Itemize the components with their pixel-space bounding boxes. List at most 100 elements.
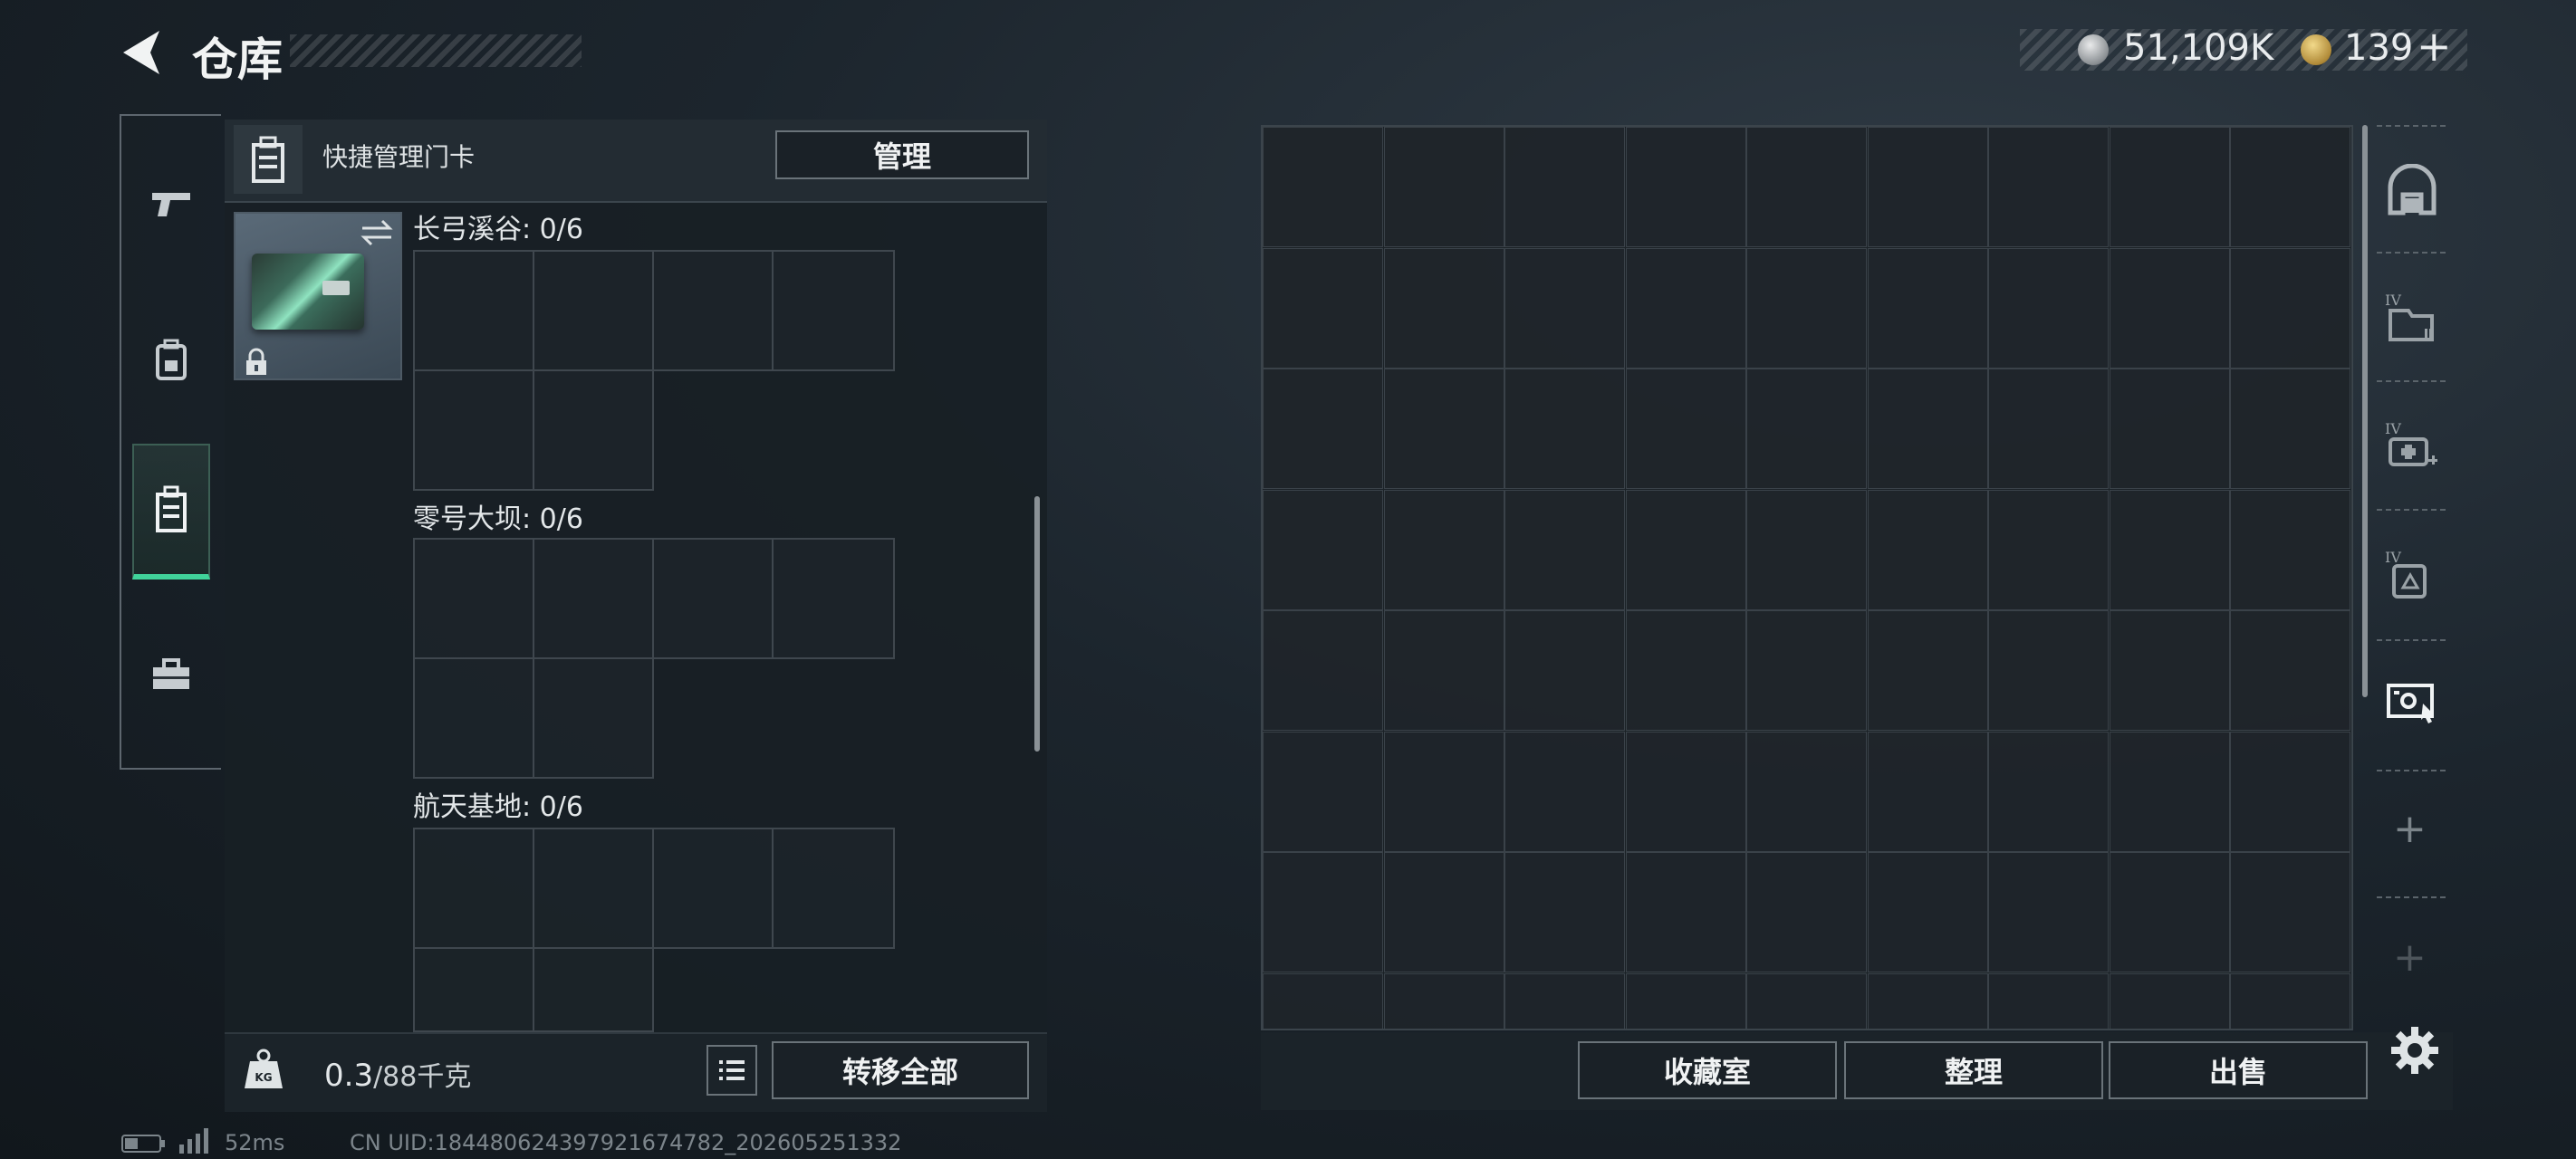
storage-cell[interactable] [2109, 610, 2230, 731]
storage-cell[interactable] [1383, 972, 1504, 1029]
card-slot[interactable] [772, 828, 895, 949]
card-slot[interactable] [652, 828, 774, 949]
storage-cell[interactable] [1504, 127, 1625, 247]
sell-button[interactable]: 出售 [2109, 1041, 2368, 1099]
card-slot[interactable] [413, 947, 534, 1032]
storage-cell[interactable] [1988, 972, 2109, 1029]
category-keycards[interactable] [132, 444, 210, 580]
add-storage-button[interactable]: + [2393, 806, 2427, 852]
tab-keycard-storage[interactable] [2380, 670, 2444, 733]
card-slot[interactable] [413, 369, 534, 491]
keycard-panel-scrollbar[interactable] [1034, 496, 1040, 752]
storage-cell[interactable] [1988, 247, 2109, 369]
storage-cell[interactable] [1988, 489, 2109, 610]
card-slot[interactable] [413, 657, 534, 779]
storage-cell[interactable] [1746, 852, 1867, 972]
storage-cell[interactable] [1867, 972, 1988, 1029]
storage-cell[interactable] [1625, 127, 1746, 247]
storage-cell[interactable] [1504, 489, 1625, 610]
storage-cell[interactable] [2109, 489, 2230, 610]
storage-cell[interactable] [1504, 247, 1625, 369]
storage-cell[interactable] [1746, 731, 1867, 852]
storage-cell[interactable] [1625, 852, 1746, 972]
card-slot[interactable] [413, 250, 534, 371]
storage-cell[interactable] [1625, 610, 1746, 731]
storage-cell[interactable] [2230, 731, 2350, 852]
storage-scrollbar[interactable] [2362, 125, 2368, 697]
storage-cell[interactable] [1504, 972, 1625, 1029]
storage-cell[interactable] [1625, 972, 1746, 1029]
storage-cell[interactable] [1988, 731, 2109, 852]
storage-cell[interactable] [1867, 247, 1988, 369]
tab-storage-main[interactable] [2380, 159, 2444, 223]
storage-cell[interactable] [1504, 610, 1625, 731]
storage-cell[interactable] [1746, 369, 1867, 489]
storage-cell[interactable] [2230, 972, 2350, 1029]
storage-cell[interactable] [1625, 489, 1746, 610]
storage-cell[interactable] [2109, 127, 2230, 247]
storage-cell[interactable] [1263, 489, 1383, 610]
storage-cell[interactable] [1746, 489, 1867, 610]
storage-cell[interactable] [1263, 369, 1383, 489]
storage-cell[interactable] [2230, 369, 2350, 489]
storage-cell[interactable] [1263, 127, 1383, 247]
manage-button[interactable]: 管理 [775, 130, 1029, 179]
card-slot[interactable] [533, 657, 654, 779]
storage-cell[interactable] [1867, 852, 1988, 972]
storage-cell[interactable] [2109, 972, 2230, 1029]
card-slot[interactable] [533, 947, 654, 1032]
storage-cell[interactable] [1263, 610, 1383, 731]
storage-cell[interactable] [1867, 610, 1988, 731]
storage-cell[interactable] [2230, 852, 2350, 972]
storage-cell[interactable] [1383, 852, 1504, 972]
category-tools[interactable] [132, 607, 210, 742]
storage-cell[interactable] [1263, 972, 1383, 1029]
storage-cell[interactable] [2109, 731, 2230, 852]
storage-cell[interactable] [1383, 369, 1504, 489]
storage-cell[interactable] [1746, 610, 1867, 731]
tab-storage-iv-1[interactable]: IV [2380, 286, 2444, 350]
card-slot[interactable] [652, 538, 774, 659]
storage-cell[interactable] [1625, 369, 1746, 489]
storage-cell[interactable] [2109, 369, 2230, 489]
card-slot[interactable] [413, 538, 534, 659]
add-currency-button[interactable]: + [2417, 22, 2452, 71]
card-slot[interactable] [772, 250, 895, 371]
storage-cell[interactable] [1383, 247, 1504, 369]
storage-cell[interactable] [2230, 247, 2350, 369]
card-slot[interactable] [533, 828, 654, 949]
card-slot[interactable] [533, 369, 654, 491]
storage-cell[interactable] [1383, 127, 1504, 247]
storage-cell[interactable] [2109, 852, 2230, 972]
category-backpack[interactable] [132, 292, 210, 427]
card-slot[interactable] [772, 538, 895, 659]
card-slot[interactable] [413, 828, 534, 949]
tab-storage-iv-3[interactable]: IV [2380, 543, 2444, 607]
storage-cell[interactable] [1625, 247, 1746, 369]
gear-icon[interactable] [2388, 1023, 2442, 1078]
collection-button[interactable]: 收藏室 [1578, 1041, 1837, 1099]
storage-cell[interactable] [1263, 247, 1383, 369]
card-slot[interactable] [533, 250, 654, 371]
card-slot[interactable] [652, 250, 774, 371]
storage-cell[interactable] [1988, 610, 2109, 731]
organize-button[interactable]: 整理 [1844, 1041, 2103, 1099]
storage-grid[interactable] [1261, 125, 2353, 1030]
storage-cell[interactable] [1988, 852, 2109, 972]
storage-cell[interactable] [1867, 731, 1988, 852]
storage-cell[interactable] [1383, 610, 1504, 731]
storage-cell[interactable] [1988, 127, 2109, 247]
storage-cell[interactable] [1383, 489, 1504, 610]
category-weapons[interactable] [132, 136, 210, 272]
storage-cell[interactable] [1263, 852, 1383, 972]
card-slot[interactable] [533, 538, 654, 659]
storage-cell[interactable] [1504, 369, 1625, 489]
transfer-all-button[interactable]: 转移全部 [772, 1041, 1029, 1099]
storage-cell[interactable] [1625, 731, 1746, 852]
storage-cell[interactable] [1504, 731, 1625, 852]
storage-cell[interactable] [2109, 247, 2230, 369]
storage-cell[interactable] [1263, 731, 1383, 852]
storage-cell[interactable] [2230, 489, 2350, 610]
storage-cell[interactable] [1746, 247, 1867, 369]
storage-cell[interactable] [1746, 972, 1867, 1029]
